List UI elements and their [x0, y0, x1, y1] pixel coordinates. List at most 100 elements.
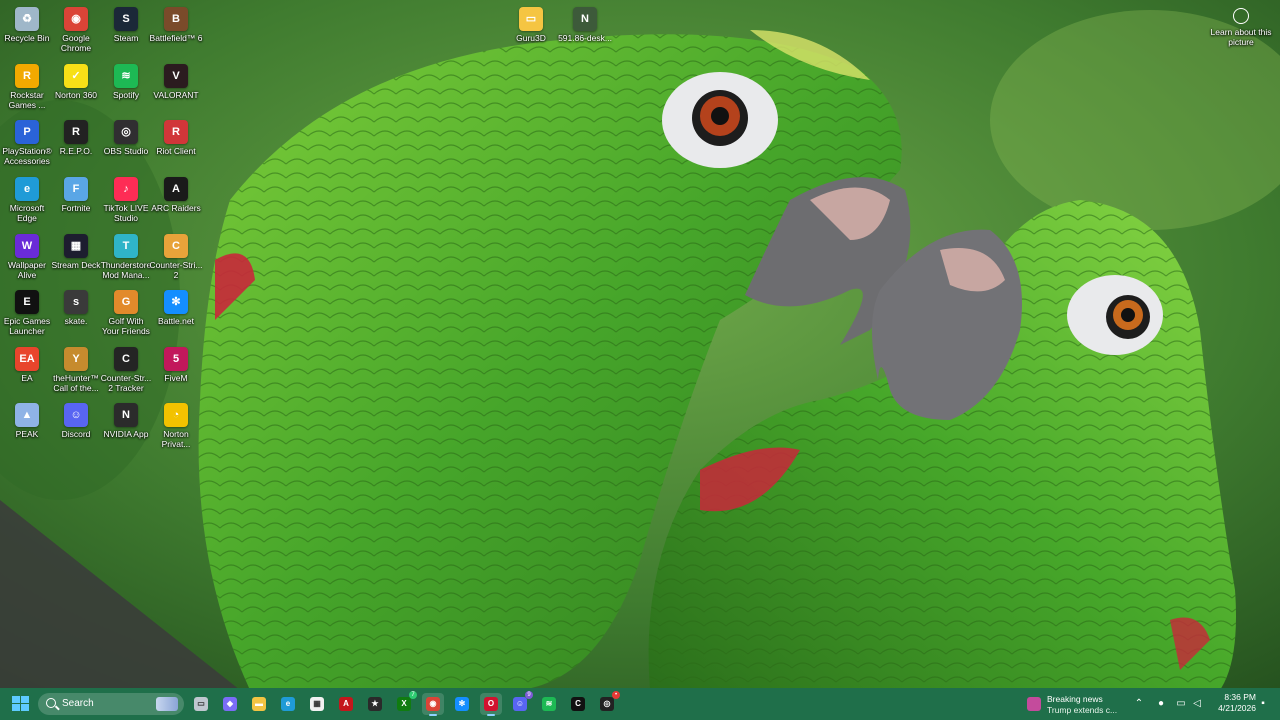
- desktop-icon[interactable]: F Fortnite: [49, 174, 103, 213]
- chevron-up-icon[interactable]: ⌃: [1132, 697, 1146, 711]
- xbox-icon: X: [397, 697, 411, 711]
- app-icon: ◔: [164, 403, 188, 427]
- taskbar-app-edge[interactable]: e: [277, 693, 299, 715]
- desktop-icon-label: ARC Raiders: [151, 203, 201, 213]
- desktop-icon[interactable]: ♪ TikTok LIVE Studio: [99, 174, 153, 223]
- desktop-icon[interactable]: ◔ Norton Privat...: [149, 400, 203, 449]
- taskbar-app-spotify[interactable]: ≋: [538, 693, 560, 715]
- desktop-icon[interactable]: B Battlefield™ 6: [149, 4, 203, 43]
- opera-gx-icon: O: [484, 697, 498, 711]
- desktop-icon-label: Epic Games Launcher: [3, 316, 51, 336]
- desktop-icon-label: Thunderstore Mod Mana...: [100, 260, 152, 280]
- clock-date: 4/21/2026: [1218, 703, 1256, 713]
- desktop-icon[interactable]: ◉ Google Chrome: [49, 4, 103, 53]
- desktop-icon-label: Spotify: [113, 90, 139, 100]
- app-icon: G: [114, 290, 138, 314]
- desktop-icon-label: 591.86-desk...: [558, 33, 612, 43]
- app-icon: P: [15, 120, 39, 144]
- learn-about-label: Learn about this picture: [1210, 27, 1272, 47]
- app-icon: ◉: [64, 7, 88, 31]
- taskbar-app-xbox[interactable]: X7: [393, 691, 417, 715]
- desktop-icon[interactable]: YtheHunter™ Call of the...: [49, 344, 103, 393]
- network-icon[interactable]: ▭: [1174, 697, 1188, 711]
- desktop-icon[interactable]: R Rockstar Games ...: [0, 61, 54, 110]
- app-icon: B: [164, 7, 188, 31]
- app-icon: R: [164, 120, 188, 144]
- desktop-icon[interactable]: ▦ Stream Deck: [49, 231, 103, 270]
- desktop-icon[interactable]: N 591.86-desk...: [558, 4, 612, 43]
- desktop-icon[interactable]: G Golf With Your Friends: [99, 287, 153, 336]
- taskbar-app-rockstar-tracker[interactable]: ◎ •: [596, 691, 620, 715]
- app-icon: C: [114, 347, 138, 371]
- desktop-icon-label: VALORANT: [153, 90, 199, 100]
- chrome-icon: ◉: [426, 697, 440, 711]
- taskbar-app-call-of-duty[interactable]: C: [567, 693, 589, 715]
- app-icon: Y: [64, 347, 88, 371]
- desktop-icon[interactable]: T Thunderstore Mod Mana...: [99, 231, 153, 280]
- desktop-icon[interactable]: N NVIDIA App: [99, 400, 153, 439]
- desktop-icon[interactable]: S Steam: [99, 4, 153, 43]
- desktop-icon[interactable]: R Riot Client: [149, 117, 203, 156]
- app-icon: R: [15, 64, 39, 88]
- learn-about-this-picture[interactable]: Learn about this picture: [1210, 6, 1272, 47]
- taskbar-app-task-view[interactable]: ▭: [190, 693, 212, 715]
- taskbar-app-opera-gx[interactable]: O: [480, 693, 502, 716]
- desktop-icon-label: Rockstar Games ...: [8, 90, 46, 110]
- desktop-icon[interactable]: EA EA: [0, 344, 54, 383]
- desktop-icon[interactable]: P PlayStation® Accessories: [0, 117, 54, 166]
- desktop-icon[interactable]: s skate.: [49, 287, 103, 326]
- desktop-icon[interactable]: V VALORANT: [149, 61, 203, 100]
- news-subtitle: Trump extends c...: [1047, 705, 1118, 715]
- desktop-icon[interactable]: E Epic Games Launcher: [0, 287, 54, 336]
- desktop-icon[interactable]: ◎ OBS Studio: [99, 117, 153, 156]
- desktop-icon-label: Battlefield™ 6: [149, 33, 203, 43]
- desktop-icon[interactable]: W Wallpaper Alive: [0, 231, 54, 280]
- taskbar-app-file-explorer[interactable]: ▬: [248, 693, 270, 715]
- desktop-icon[interactable]: C Counter-Stri... 2: [149, 231, 203, 280]
- call-of-duty-icon: C: [571, 697, 585, 711]
- desktop-icon[interactable]: A ARC Raiders: [149, 174, 203, 213]
- desktop-icon-label: R.E.P.O.: [59, 146, 93, 156]
- notification-badge: 7: [409, 691, 417, 699]
- app-icon: ≋: [114, 64, 138, 88]
- taskbar-app-discord[interactable]: ☺ 9: [509, 691, 533, 715]
- desktop-icon-label: Fortnite: [61, 203, 91, 213]
- desktop-icon[interactable]: C Counter-Str... 2 Tracker: [99, 344, 153, 393]
- desktop-icon-label: skate.: [64, 316, 88, 326]
- taskbar-search-box[interactable]: Search: [38, 693, 184, 715]
- app-icon: C: [164, 234, 188, 258]
- desktop-icon[interactable]: ▭ Guru3D: [504, 4, 558, 43]
- desktop-icon[interactable]: 5 FiveM: [149, 344, 203, 383]
- desktop-icon-label: FiveM: [164, 373, 188, 383]
- taskbar-app-chrome[interactable]: ◉: [422, 693, 444, 716]
- start-button[interactable]: [12, 696, 30, 712]
- app-icon: S: [114, 7, 138, 31]
- desktop-icon[interactable]: e Microsoft Edge: [0, 174, 54, 223]
- desktop-icon-label: theHunter™ Call of the...: [53, 373, 99, 393]
- desktop-icon[interactable]: ☺ Discord: [49, 400, 103, 439]
- spotify-icon: ≋: [542, 697, 556, 711]
- desktop-icon-label: TikTok LIVE Studio: [103, 203, 149, 223]
- desktop-icon[interactable]: ✻ Battle.net: [149, 287, 203, 326]
- taskbar-app-microsoft-store[interactable]: ▦: [306, 693, 328, 715]
- notification-bell-icon[interactable]: ▪: [1256, 697, 1270, 711]
- taskbar-app-copilot[interactable]: ◆: [219, 693, 241, 715]
- desktop-icon[interactable]: ≋ Spotify: [99, 61, 153, 100]
- battle-net-icon: ✻: [455, 697, 469, 711]
- desktop-icon[interactable]: ♻ Recycle Bin: [0, 4, 54, 43]
- taskbar-app-battle-net[interactable]: ✻: [451, 693, 473, 715]
- app-icon: N: [573, 7, 597, 31]
- desktop-icon[interactable]: ▲ PEAK: [0, 400, 54, 439]
- edge-icon: e: [281, 697, 295, 711]
- app-icon: ✻: [164, 290, 188, 314]
- taskbar-app-star-app[interactable]: ★: [364, 693, 386, 715]
- microphone-icon[interactable]: ●: [1154, 697, 1168, 711]
- desktop-icon[interactable]: R R.E.P.O.: [49, 117, 103, 156]
- news-widget[interactable]: Breaking news Trump extends c...: [1027, 692, 1127, 716]
- volume-icon[interactable]: ◁: [1190, 697, 1204, 711]
- system-clock[interactable]: 8:36 PM 4/21/2026: [1208, 692, 1256, 714]
- desktop-icon-label: Norton Privat...: [161, 429, 191, 449]
- desktop-icon-label: Discord: [61, 429, 91, 439]
- taskbar-app-acrobat[interactable]: A: [335, 693, 357, 715]
- desktop-icon[interactable]: ✓ Norton 360: [49, 61, 103, 100]
